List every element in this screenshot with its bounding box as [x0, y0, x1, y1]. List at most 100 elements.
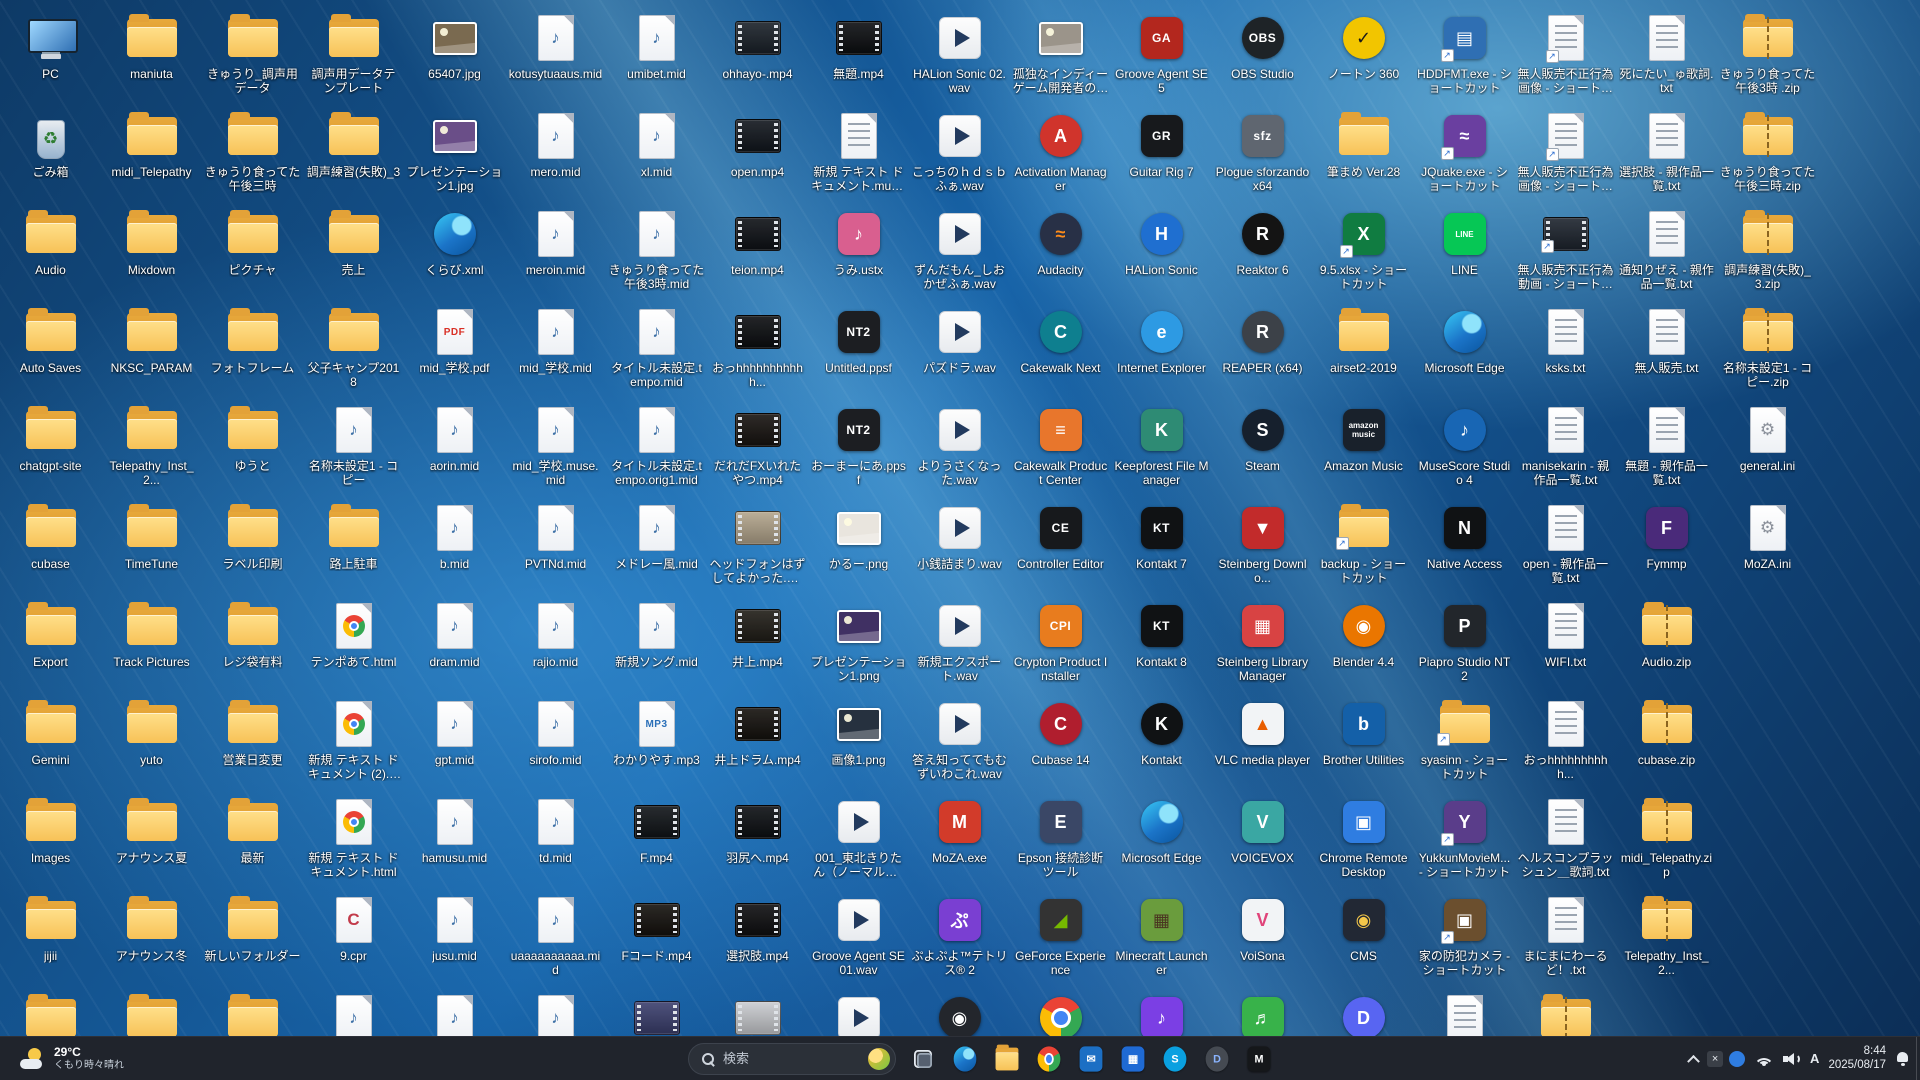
desktop-icon[interactable]: 新規 テキスト ドキュメント.musicxml — [808, 106, 909, 204]
desktop-icon[interactable]: ≈Audacity — [1010, 204, 1111, 302]
desktop-icon[interactable]: ♪rajio.mid — [505, 596, 606, 694]
desktop-icon[interactable]: アナウンス冬 — [101, 890, 202, 988]
desktop-icon[interactable]: 調声練習(失敗)_3.zip — [1717, 204, 1818, 302]
desktop-icon[interactable]: TimeTune — [101, 498, 202, 596]
taskbar-start-button[interactable] — [642, 1040, 680, 1078]
desktop-icon[interactable]: PC — [0, 8, 101, 106]
desktop-icon[interactable]: GAGroove Agent SE 5 — [1111, 8, 1212, 106]
desktop-icon[interactable]: Gemini — [0, 694, 101, 792]
desktop-icon[interactable]: ♪メドレー風.mid — [606, 498, 707, 596]
show-hidden-icons-chevron[interactable] — [1687, 1055, 1700, 1068]
desktop-icon[interactable]: 井上ドラム.mp4 — [707, 694, 808, 792]
desktop-icon[interactable]: Groove Agent SE 01.wav — [808, 890, 909, 988]
desktop-icon[interactable]: teion.mp4 — [707, 204, 808, 302]
desktop-icon[interactable]: NKSC_PARAM — [101, 302, 202, 400]
desktop-icon[interactable]: きゅうり食ってた午後三時 — [202, 106, 303, 204]
taskbar-discord-button[interactable]: D — [1198, 1040, 1236, 1078]
desktop-icon[interactable]: ♪mid_学校.muse.mid — [505, 400, 606, 498]
desktop-icon[interactable]: ♪うみ.ustx — [808, 204, 909, 302]
desktop-icon[interactable]: きゅうり食ってた午後3時 .zip — [1717, 8, 1818, 106]
desktop-icon[interactable]: プレゼンテーション1.png — [808, 596, 909, 694]
desktop-icon[interactable]: GRGuitar Rig 7 — [1111, 106, 1212, 204]
desktop-icon[interactable]: よりうさくなった.wav — [909, 400, 1010, 498]
desktop-icon[interactable]: ♪きゅうり食ってた午後3時.mid — [606, 204, 707, 302]
desktop-icon[interactable]: ↗無人販売不正行為画像 - ショートカッ... — [1515, 8, 1616, 106]
desktop-icon[interactable]: 売上 — [303, 204, 404, 302]
desktop-icon[interactable]: NT2おーまーにあ.ppsf — [808, 400, 909, 498]
taskbar-microsoft-store-button[interactable]: ▦ — [1114, 1040, 1152, 1078]
desktop-icon[interactable]: ♪新規ソング.mid — [606, 596, 707, 694]
desktop-icon[interactable]: open.mp4 — [707, 106, 808, 204]
desktop-icon[interactable]: X↗9.5.xlsx - ショートカット — [1313, 204, 1414, 302]
desktop-icon[interactable]: ◉Blender 4.4 — [1313, 596, 1414, 694]
desktop-icon[interactable]: maniuta — [101, 8, 202, 106]
desktop-icon[interactable]: ♪aorin.mid — [404, 400, 505, 498]
desktop-icon[interactable]: ≡Cakewalk Product Center — [1010, 400, 1111, 498]
desktop-icon[interactable]: CCakewalk Next — [1010, 302, 1111, 400]
desktop-icon[interactable]: amazon musicAmazon Music — [1313, 400, 1414, 498]
desktop-icon[interactable]: CCubase 14 — [1010, 694, 1111, 792]
desktop-icon[interactable]: 答え知っててもむずいわこれ.wav — [909, 694, 1010, 792]
desktop-icon[interactable]: Mixdown — [101, 204, 202, 302]
desktop-icon[interactable]: ♪meroin.mid — [505, 204, 606, 302]
desktop-icon[interactable]: ラベル印刷 — [202, 498, 303, 596]
desktop-icon[interactable]: パズドラ.wav — [909, 302, 1010, 400]
desktop-icon[interactable]: PPiapro Studio NT2 — [1414, 596, 1515, 694]
taskbar-search[interactable] — [688, 1043, 896, 1075]
desktop-icon[interactable]: sfzPlogue sforzando x64 — [1212, 106, 1313, 204]
desktop-icon[interactable]: おっhhhhhhhhhhh... — [707, 302, 808, 400]
desktop-icon[interactable]: ♪sirofo.mid — [505, 694, 606, 792]
desktop-icon[interactable]: Auto Saves — [0, 302, 101, 400]
desktop-icon[interactable]: きゅうり_調声用データ — [202, 8, 303, 106]
desktop-icon[interactable]: 小銭詰まり.wav — [909, 498, 1010, 596]
taskbar-task-view-button[interactable] — [904, 1040, 942, 1078]
desktop-icon[interactable]: ♪b.mid — [404, 498, 505, 596]
desktop-icon[interactable]: 筆まめ Ver.28 — [1313, 106, 1414, 204]
desktop-icon[interactable]: プレゼンテーション1.jpg — [404, 106, 505, 204]
desktop-icon[interactable]: MMoZA.exe — [909, 792, 1010, 890]
desktop-icon[interactable]: ヘッドフォンはずしてよかった.mp4 — [707, 498, 808, 596]
desktop-icon[interactable]: ヘルスコンプラッシュン＿歌詞.txt — [1515, 792, 1616, 890]
desktop-icon[interactable]: 新しいフォルダー — [202, 890, 303, 988]
desktop-icon[interactable]: C9.cpr — [303, 890, 404, 988]
desktop-icon[interactable]: KTKontakt 8 — [1111, 596, 1212, 694]
desktop-icon[interactable]: eInternet Explorer — [1111, 302, 1212, 400]
desktop-icon[interactable]: フォトフレーム — [202, 302, 303, 400]
desktop-icon[interactable]: RReaktor 6 — [1212, 204, 1313, 302]
desktop-icon[interactable]: 無題 - 親作品一覧.txt — [1616, 400, 1717, 498]
desktop-icon[interactable]: ♪gpt.mid — [404, 694, 505, 792]
desktop-icon[interactable]: LINELINE — [1414, 204, 1515, 302]
desktop-icon[interactable]: ♪MuseScore Studio 4 — [1414, 400, 1515, 498]
desktop-icon[interactable]: ▦Minecraft Launcher — [1111, 890, 1212, 988]
desktop-icon[interactable]: まにまにわーるど！.txt — [1515, 890, 1616, 988]
desktop-icon[interactable]: ごみ箱 — [0, 106, 101, 204]
desktop-icon[interactable]: Microsoft Edge — [1414, 302, 1515, 400]
desktop-icon[interactable]: bBrother Utilities — [1313, 694, 1414, 792]
taskbar-file-explorer-button[interactable] — [988, 1040, 1026, 1078]
weather-widget[interactable]: 29°C くもり時々晴れ — [12, 1037, 132, 1080]
desktop-icon[interactable]: ♪td.mid — [505, 792, 606, 890]
desktop-icon[interactable]: NT2Untitled.ppsf — [808, 302, 909, 400]
desktop-icon[interactable]: ✓ノートン 360 — [1313, 8, 1414, 106]
desktop-icon[interactable]: くらび.xml — [404, 204, 505, 302]
desktop-icon[interactable]: ◢GeForce Experience — [1010, 890, 1111, 988]
desktop-icon[interactable]: Images — [0, 792, 101, 890]
desktop-icon[interactable]: 調声用データテンプレート — [303, 8, 404, 106]
desktop-icon[interactable]: ohhayo-.mp4 — [707, 8, 808, 106]
desktop-icon[interactable]: ♪umibet.mid — [606, 8, 707, 106]
desktop-icon[interactable]: レジ袋有料 — [202, 596, 303, 694]
desktop-icon[interactable]: open - 親作品一覧.txt — [1515, 498, 1616, 596]
desktop-icon[interactable]: KKontakt — [1111, 694, 1212, 792]
desktop-icon[interactable]: ♪kotusytuaaus.mid — [505, 8, 606, 106]
desktop-icon[interactable]: RREAPER (x64) — [1212, 302, 1313, 400]
tray-app-dot-icon[interactable] — [1729, 1051, 1745, 1067]
desktop-icon[interactable]: ◉CMS — [1313, 890, 1414, 988]
desktop-icon[interactable]: EEpson 接続診断ツール — [1010, 792, 1111, 890]
desktop-icon[interactable]: Audio — [0, 204, 101, 302]
desktop-icon[interactable]: jijii — [0, 890, 101, 988]
desktop-icon[interactable]: 路上駐車 — [303, 498, 404, 596]
desktop-icon[interactable]: だれだFXいれたやつ.mp4 — [707, 400, 808, 498]
desktop-icon[interactable]: おっhhhhhhhhhh... — [1515, 694, 1616, 792]
desktop-icon[interactable]: midi_Telepathy.zip — [1616, 792, 1717, 890]
desktop-icon[interactable]: ▦Steinberg Library Manager — [1212, 596, 1313, 694]
